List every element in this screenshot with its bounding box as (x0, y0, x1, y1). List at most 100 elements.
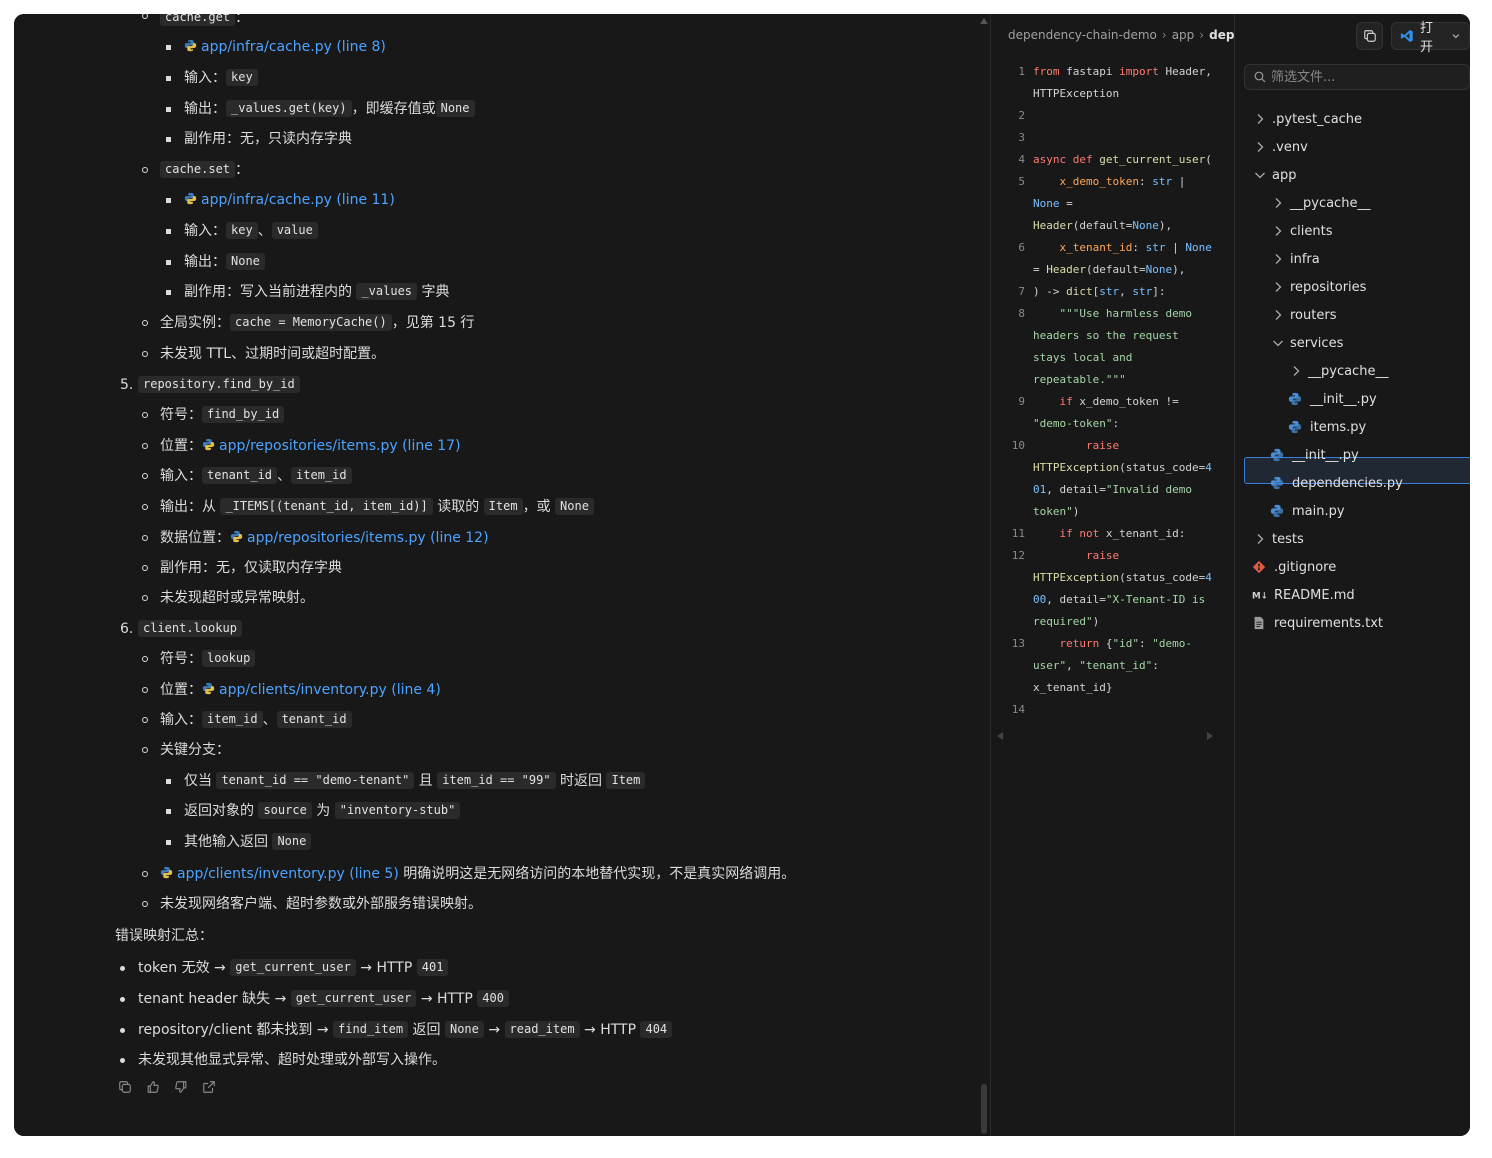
code-span: key (226, 69, 258, 86)
chevron-right-icon (1293, 366, 1300, 376)
file-explorer: 打开 .pytest_cache .venv app __pycache__ c… (1234, 14, 1470, 1136)
bullet (142, 320, 148, 326)
tree-folder[interactable]: tests (1252, 526, 1304, 552)
code-span: item_id (291, 467, 352, 484)
code-span: None (226, 253, 265, 270)
breadcrumb-item[interactable]: app (1172, 28, 1195, 42)
bullet (142, 901, 148, 907)
list-item: 全局实例： cache = MemoryCache() ，见第 15 行 (160, 314, 475, 331)
list-item: 输入： tenant_id、 item_id (160, 466, 352, 486)
list-item: 返回对象的 source 为 "inventory-stub" (184, 801, 461, 821)
code-span: Item (606, 772, 646, 789)
code-span: source (258, 802, 312, 819)
bullet (142, 717, 148, 723)
tree-folder[interactable]: .pytest_cache (1252, 106, 1362, 132)
tree-folder[interactable]: services (1270, 330, 1343, 356)
tree-folder[interactable]: app (1252, 162, 1296, 188)
breadcrumb-item[interactable]: dependency-chain-demo (1008, 28, 1157, 42)
list-item[interactable]: 位置： app/repositories/items.py (line 17) (160, 436, 461, 456)
bullet (142, 443, 148, 449)
file-link[interactable]: app/infra/cache.py (line 8) (201, 39, 386, 55)
list-item[interactable]: app/infra/cache.py (line 11) (184, 190, 395, 210)
code-span: tenant_id == "demo-tenant" (216, 772, 415, 789)
chevron-right-icon (1275, 282, 1282, 292)
list-item: 关键分支： (160, 742, 230, 758)
list-item[interactable]: 位置： app/clients/inventory.py (line 4) (160, 680, 441, 700)
python-icon (184, 192, 197, 205)
chat-scrollbar[interactable] (979, 14, 989, 1136)
vscode-icon (1401, 30, 1414, 42)
file-link[interactable]: app/infra/cache.py (line 11) (201, 192, 395, 208)
bullet (166, 229, 171, 234)
tree-file[interactable]: items.py (1288, 414, 1366, 440)
list-item: 输出： _values.get(key) ，即缓存值或 None (184, 99, 475, 119)
bullet (142, 656, 148, 662)
bullet (142, 351, 148, 357)
code-span: repository.find_by_id (138, 376, 300, 393)
text-file-icon (1254, 616, 1264, 630)
tree-file[interactable]: __init__.py (1288, 386, 1377, 412)
copy-icon[interactable] (118, 1080, 132, 1094)
bullet (142, 412, 148, 418)
file-link[interactable]: app/repositories/items.py (line 12) (247, 530, 489, 546)
tree-folder[interactable]: __pycache__ (1270, 190, 1370, 216)
tree-folder[interactable]: clients (1270, 218, 1332, 244)
git-icon (1252, 560, 1266, 574)
open-label: 打开 (1420, 21, 1434, 55)
file-filter[interactable] (1244, 64, 1470, 90)
list-item: 未发现其他显式异常、超时处理或外部写入操作。 (138, 1052, 446, 1068)
code-span: cache.get (160, 14, 236, 26)
code-span: read_item (504, 1021, 580, 1038)
bullet (142, 871, 148, 877)
file-link[interactable]: app/clients/inventory.py (line 4) (219, 682, 441, 698)
code-span: tenant_id (276, 711, 352, 728)
bullet (142, 687, 148, 693)
tree-folder[interactable]: routers (1270, 302, 1336, 328)
scroll-right-arrow-icon[interactable] (1207, 732, 1213, 740)
list-item[interactable]: 数据位置： app/repositories/items.py (line 12) (160, 528, 489, 548)
tree-file[interactable]: __init__.py (1270, 442, 1359, 468)
code-span: _ITEMS[(tenant_id, item_id)] (220, 498, 433, 515)
code-span: Item (483, 498, 523, 515)
bullet (120, 997, 125, 1002)
code-editor[interactable]: dependency-chain-demo›app›dependencies.p… (991, 14, 1324, 1136)
svg-text:M↓: M↓ (1252, 592, 1266, 602)
list-item[interactable]: app/clients/inventory.py (line 5) 明确说明这是… (160, 864, 795, 884)
python-file-icon (1288, 392, 1302, 406)
tree-file-selected[interactable]: dependencies.py (1270, 470, 1403, 496)
list-item: 输入： key、 value (184, 221, 318, 241)
list-item: cache.get： (160, 14, 249, 28)
file-filter-input[interactable] (1271, 67, 1461, 87)
code-span: _values.get(key) (226, 100, 352, 117)
list-number: 6. (120, 621, 134, 637)
code-span: 404 (640, 1021, 673, 1038)
thumbs-up-icon[interactable] (146, 1080, 160, 1094)
code-content: from fastapi import Header, HTTPExceptio… (1033, 65, 1212, 694)
list-item[interactable]: app/infra/cache.py (line 8) (184, 37, 386, 57)
scroll-thumb[interactable] (981, 1084, 987, 1134)
copy-path-button[interactable] (1356, 22, 1384, 50)
tree-folder[interactable]: infra (1270, 246, 1320, 272)
list-item: 仅当 tenant_id == "demo-tenant" 且 item_id … (184, 771, 646, 791)
file-link[interactable]: app/repositories/items.py (line 17) (219, 438, 461, 454)
markdown-icon: M↓ (1252, 592, 1266, 602)
tree-folder[interactable]: .venv (1252, 134, 1308, 160)
chat-panel: cache.get： app/infra/cache.py (line 8) 输… (14, 14, 990, 1136)
share-icon[interactable] (202, 1080, 216, 1094)
list-item: client.lookup (138, 619, 242, 639)
tree-file[interactable]: main.py (1270, 498, 1345, 524)
tree-file[interactable]: M↓README.md (1252, 582, 1355, 608)
tree-file[interactable]: requirements.txt (1252, 610, 1383, 636)
list-item: 输入： item_id、 tenant_id (160, 710, 352, 730)
chevron-down-icon (1452, 34, 1460, 39)
open-in-editor-button[interactable]: 打开 (1391, 21, 1470, 55)
tree-file[interactable]: .gitignore (1252, 554, 1336, 580)
thumbs-down-icon[interactable] (174, 1080, 188, 1094)
tree-folder[interactable]: __pycache__ (1288, 358, 1388, 384)
bullet (166, 260, 171, 265)
file-link[interactable]: app/clients/inventory.py (line 5) (177, 866, 399, 882)
scroll-left-arrow-icon[interactable] (997, 732, 1003, 740)
scroll-up-arrow-icon[interactable] (980, 18, 988, 24)
code-span: None (444, 1021, 484, 1038)
tree-folder[interactable]: repositories (1270, 274, 1366, 300)
